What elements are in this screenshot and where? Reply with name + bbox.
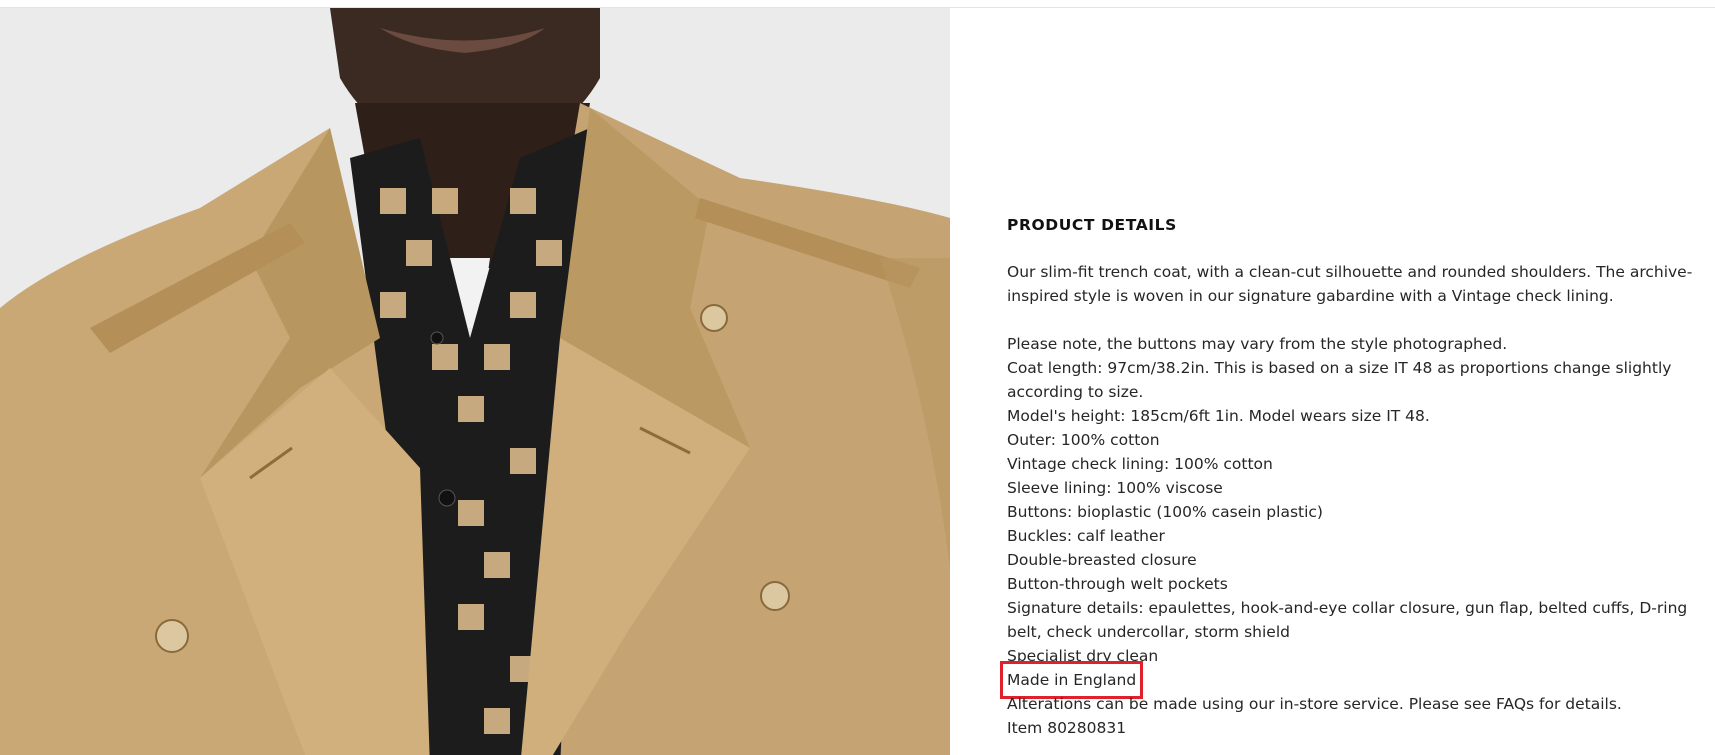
- detail-line-signature-details: Signature details: epaulettes, hook-and-…: [1007, 599, 1688, 641]
- detail-line-buttons: Buttons: bioplastic (100% casein plastic…: [1007, 503, 1323, 521]
- detail-line-closure: Double-breasted closure: [1007, 551, 1197, 569]
- trench-coat-model-photo: [0, 8, 950, 755]
- detail-line-check-lining: Vintage check lining: 100% cotton: [1007, 455, 1273, 473]
- detail-line-model-height: Model's height: 185cm/6ft 1in. Model wea…: [1007, 407, 1430, 425]
- detail-line-buttons-note: Please note, the buttons may vary from t…: [1007, 335, 1508, 353]
- product-details-heading: PRODUCT DETAILS: [1007, 216, 1177, 234]
- detail-line-item-number: Item 80280831: [1007, 719, 1127, 737]
- detail-line-origin-wrapper: Made in England: [999, 661, 1707, 699]
- detail-line-alterations: Alterations can be made using our in-sto…: [1007, 695, 1622, 713]
- detail-line-coat-length: Coat length: 97cm/38.2in. This is based …: [1007, 359, 1672, 401]
- detail-line-sleeve-lining: Sleeve lining: 100% viscose: [1007, 479, 1223, 497]
- product-description: Our slim-fit trench coat, with a clean-c…: [1007, 263, 1693, 305]
- detail-line-pockets: Button-through welt pockets: [1007, 575, 1228, 593]
- detail-line-care: Specialist dry clean: [1007, 647, 1159, 665]
- detail-line-buckles: Buckles: calf leather: [1007, 527, 1165, 545]
- detail-line-outer: Outer: 100% cotton: [1007, 431, 1160, 449]
- product-image[interactable]: [0, 8, 950, 755]
- product-details-panel: PRODUCT DETAILS Our slim-fit trench coat…: [999, 213, 1707, 740]
- detail-line-origin: Made in England: [999, 661, 1144, 699]
